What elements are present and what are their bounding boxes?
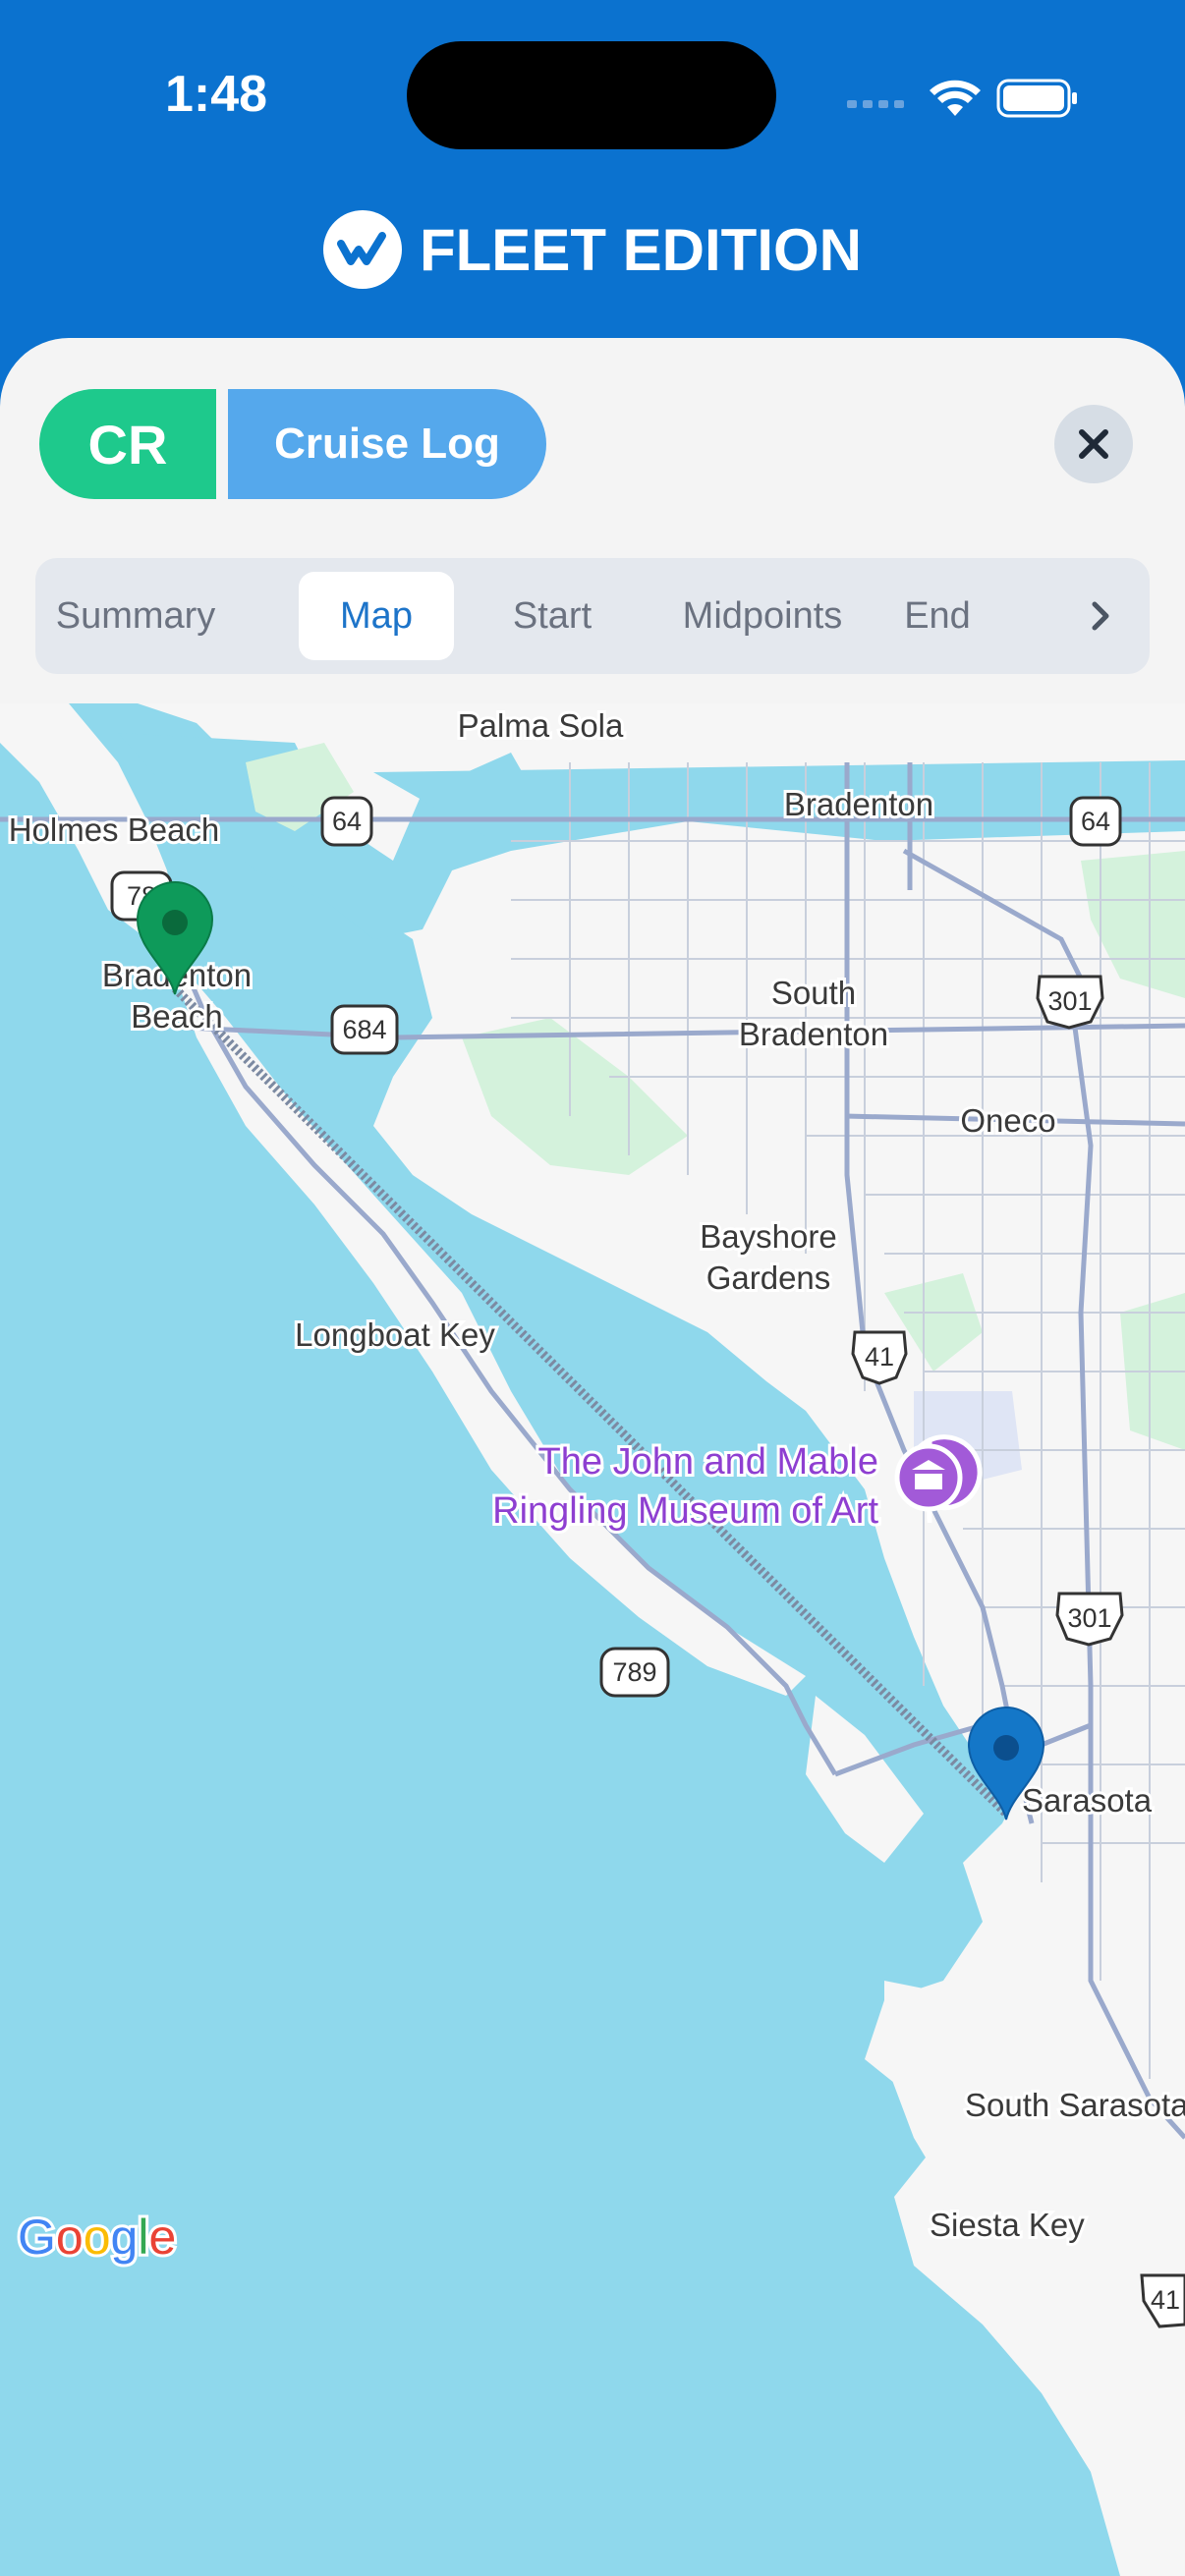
brand: FLEET EDITION: [0, 210, 1185, 289]
tab-end[interactable]: End: [886, 572, 988, 660]
svg-text:64: 64: [1081, 807, 1110, 836]
chevron-right-icon: [1092, 601, 1109, 631]
dynamic-island: [407, 41, 776, 149]
svg-text:41: 41: [865, 1342, 894, 1372]
brand-logo-icon: [323, 210, 402, 289]
label-bayshore-line1: Bayshore: [700, 1218, 836, 1255]
google-attribution-logo: Google: [15, 2207, 179, 2268]
tab-scroll-right-button[interactable]: [1071, 572, 1130, 660]
label-holmes-beach: Holmes Beach: [9, 812, 220, 848]
label-south-bradenton-line2: Bradenton: [739, 1016, 888, 1052]
svg-text:684: 684: [342, 1015, 386, 1044]
tab-start[interactable]: Start: [485, 572, 619, 660]
app-header: 1:48 FLEET EDITION: [0, 0, 1185, 354]
label-oneco: Oneco: [960, 1102, 1055, 1139]
label-bradenton: Bradenton: [784, 786, 933, 822]
tab-summary[interactable]: Summary: [56, 572, 216, 660]
route-shield-684: 684: [330, 1004, 399, 1055]
label-south-bradenton-line1: South: [771, 975, 856, 1011]
poi-label-line1: The John and Mable: [538, 1441, 878, 1483]
wifi-icon: [930, 80, 981, 116]
battery-icon: [996, 79, 1077, 118]
tab-midpoints[interactable]: Midpoints: [658, 572, 867, 660]
route-shield-301b: 301: [1055, 1592, 1124, 1647]
close-icon: [1079, 429, 1108, 459]
svg-text:41: 41: [1151, 2285, 1180, 2315]
route-map[interactable]: 64 64 78 684 301 301 41 41 789 Palma Sol…: [0, 703, 1185, 2576]
svg-text:Google: Google: [18, 2210, 176, 2265]
poi-label-line2: Ringling Museum of Art: [492, 1490, 878, 1532]
svg-text:301: 301: [1047, 986, 1092, 1016]
route-shield-301a: 301: [1036, 975, 1104, 1030]
route-shield-64a: 64: [320, 796, 373, 847]
label-palma-sola: Palma Sola: [458, 707, 624, 744]
label-siesta-key: Siesta Key: [930, 2207, 1085, 2243]
cruise-code-badge: CR: [39, 389, 216, 499]
svg-text:789: 789: [612, 1657, 656, 1687]
label-longboat-key: Longboat Key: [295, 1316, 495, 1353]
signal-icon: [847, 100, 904, 108]
svg-text:64: 64: [332, 807, 362, 836]
cruise-log-title: Cruise Log: [228, 389, 546, 499]
route-shield-789: 789: [599, 1647, 670, 1698]
close-button[interactable]: [1054, 405, 1133, 483]
tab-bar: Summary Map Start Midpoints End: [35, 558, 1150, 674]
route-shield-64b: 64: [1069, 796, 1122, 847]
status-icons: [847, 71, 1083, 126]
status-time: 1:48: [165, 66, 268, 123]
svg-text:301: 301: [1067, 1603, 1111, 1633]
tab-map[interactable]: Map: [299, 572, 454, 660]
label-south-sarasota: South Sarasota: [965, 2087, 1185, 2123]
route-shield-41a: 41: [851, 1330, 908, 1385]
label-bradenton-beach-line2: Beach: [131, 998, 223, 1035]
label-bayshore-line2: Gardens: [706, 1260, 831, 1296]
label-sarasota: Sarasota: [1022, 1782, 1153, 1819]
brand-name: FLEET EDITION: [420, 216, 862, 283]
